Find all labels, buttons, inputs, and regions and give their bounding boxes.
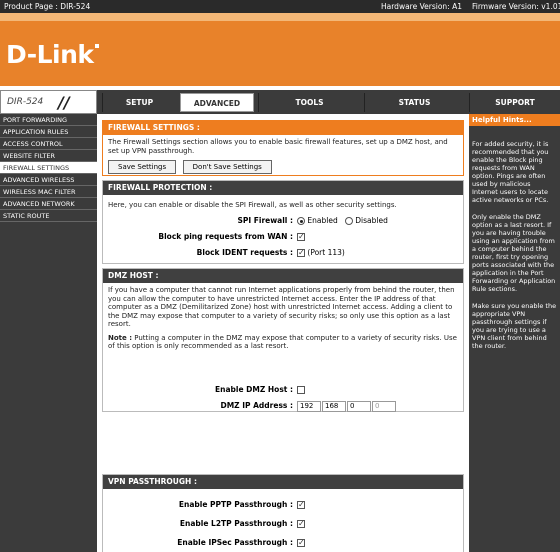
ipsec-label: Enable IPSec Passthrough :	[177, 538, 293, 547]
block-ping-row: Block ping requests from WAN :	[103, 231, 465, 243]
sidebar-item-static-route[interactable]: STATIC ROUTE	[0, 210, 97, 222]
tab-setup[interactable]: SETUP	[102, 93, 176, 112]
main-content: FIREWALL SETTINGS : The Firewall Setting…	[102, 114, 464, 552]
helpful-hints-title: Helpful Hints...	[469, 114, 560, 126]
tab-status[interactable]: STATUS	[364, 93, 464, 112]
dmz-description: If you have a computer that cannot run I…	[108, 286, 455, 328]
product-page-label: Product Page : DIR-524	[4, 2, 91, 11]
l2tp-row: Enable L2TP Passthrough :	[103, 518, 465, 530]
spi-enabled-radio[interactable]	[297, 217, 305, 225]
dmz-ip-row: DMZ IP Address : 192 168 0 0	[103, 400, 465, 412]
tab-support[interactable]: SUPPORT	[469, 93, 560, 112]
l2tp-checkbox[interactable]	[297, 518, 305, 530]
spi-firewall-label: SPI Firewall :	[237, 216, 293, 225]
pptp-checkbox[interactable]	[297, 499, 305, 511]
enable-dmz-checkbox[interactable]	[297, 386, 305, 394]
dont-save-settings-button[interactable]: Don't Save Settings	[182, 160, 272, 174]
sidebar-item-firewall-settings[interactable]: FIREWALL SETTINGS	[0, 162, 97, 174]
model-badge: DIR-524 //	[0, 90, 97, 114]
dmz-host-section: DMZ HOST : If you have a computer that c…	[102, 268, 464, 412]
spi-disabled-label: Disabled	[355, 216, 388, 225]
save-settings-button[interactable]: Save Settings	[108, 160, 177, 174]
sidebar-item-application-rules[interactable]: APPLICATION RULES	[0, 126, 97, 138]
l2tp-label: Enable L2TP Passthrough :	[179, 519, 293, 528]
enable-dmz-label: Enable DMZ Host :	[215, 385, 293, 394]
spi-enabled-label: Enabled	[307, 216, 338, 225]
tab-advanced[interactable]: ADVANCED	[180, 93, 254, 112]
sidebar-item-advanced-network[interactable]: ADVANCED NETWORK	[0, 198, 97, 210]
dmz-ip-octet-1[interactable]: 192	[297, 400, 321, 412]
firewall-protection-description: Here, you can enable or disable the SPI …	[108, 201, 397, 209]
dmz-note-text: Putting a computer in the DMZ may expose…	[108, 333, 457, 351]
vpn-passthrough-title: VPN PASSTHROUGH :	[103, 475, 463, 489]
block-ident-checkbox[interactable]	[297, 247, 305, 259]
sidebar-item-port-forwarding[interactable]: PORT FORWARDING	[0, 114, 97, 126]
pptp-label: Enable PPTP Passthrough :	[178, 500, 293, 509]
block-ping-checkbox[interactable]	[297, 231, 305, 243]
model-slash-icon: //	[58, 93, 70, 112]
settings-buttons: Save Settings Don't Save Settings	[103, 158, 463, 174]
hint-paragraph-vpn: Make sure you enable the appropriate VPN…	[472, 302, 557, 350]
dmz-note: Note : Putting a computer in the DMZ may…	[103, 332, 463, 354]
brand-banner: D-Link	[0, 13, 560, 86]
sidebar: PORT FORWARDING APPLICATION RULES ACCESS…	[0, 114, 97, 552]
block-ping-label: Block ping requests from WAN :	[158, 232, 293, 241]
top-info-bar: Product Page : DIR-524 Hardware Version:…	[0, 0, 560, 13]
firewall-settings-title: FIREWALL SETTINGS :	[103, 121, 463, 135]
dmz-ip-label: DMZ IP Address :	[220, 401, 293, 410]
spi-disabled-radio[interactable]	[344, 217, 353, 225]
vpn-passthrough-section: VPN PASSTHROUGH : Enable PPTP Passthroug…	[102, 474, 464, 552]
hint-paragraph-ping: For added security, it is recommended th…	[472, 140, 549, 204]
dmz-ip-octet-4[interactable]: 0	[372, 400, 396, 412]
enable-dmz-row: Enable DMZ Host :	[103, 384, 465, 396]
model-name: DIR-524	[7, 97, 44, 107]
ipsec-checkbox[interactable]	[297, 537, 305, 549]
firewall-settings-description: The Firewall Settings section allows you…	[108, 138, 448, 155]
sidebar-item-advanced-wireless[interactable]: ADVANCED WIRELESS	[0, 174, 97, 186]
dlink-logo: D-Link	[6, 40, 99, 69]
block-ident-label: Block IDENT requests :	[196, 248, 293, 257]
dmz-host-title: DMZ HOST :	[103, 269, 463, 283]
sidebar-item-wireless-mac-filter[interactable]: WIRELESS MAC FILTER	[0, 186, 97, 198]
firewall-protection-title: FIREWALL PROTECTION :	[103, 181, 463, 195]
top-nav: DIR-524 // SETUP ADVANCED TOOLS STATUS S…	[0, 90, 560, 114]
sidebar-item-access-control[interactable]: ACCESS CONTROL	[0, 138, 97, 150]
hint-paragraph-dmz: Only enable the DMZ option as a last res…	[472, 213, 556, 293]
ipsec-row: Enable IPSec Passthrough :	[103, 537, 465, 549]
firewall-settings-section: FIREWALL SETTINGS : The Firewall Setting…	[102, 120, 464, 176]
pptp-row: Enable PPTP Passthrough :	[103, 499, 465, 511]
hardware-version: Hardware Version: A1	[381, 2, 462, 11]
tab-tools[interactable]: TOOLS	[258, 93, 360, 112]
sidebar-item-website-filter[interactable]: WEBSITE FILTER	[0, 150, 97, 162]
dmz-ip-octet-2[interactable]: 168	[322, 400, 346, 412]
firmware-version: Firmware Version: v1.010	[472, 2, 560, 11]
ident-port-note: (Port 113)	[307, 248, 345, 257]
dmz-note-label: Note :	[108, 333, 132, 342]
helpful-hints-panel: Helpful Hints... For added security, it …	[469, 114, 560, 552]
banner-stripe	[0, 13, 560, 21]
dmz-ip-octet-3[interactable]: 0	[347, 400, 371, 412]
block-ident-row: Block IDENT requests : (Port 113)	[103, 247, 465, 259]
spi-firewall-row: SPI Firewall : Enabled Disabled	[103, 215, 465, 227]
firewall-protection-section: FIREWALL PROTECTION : Here, you can enab…	[102, 180, 464, 264]
